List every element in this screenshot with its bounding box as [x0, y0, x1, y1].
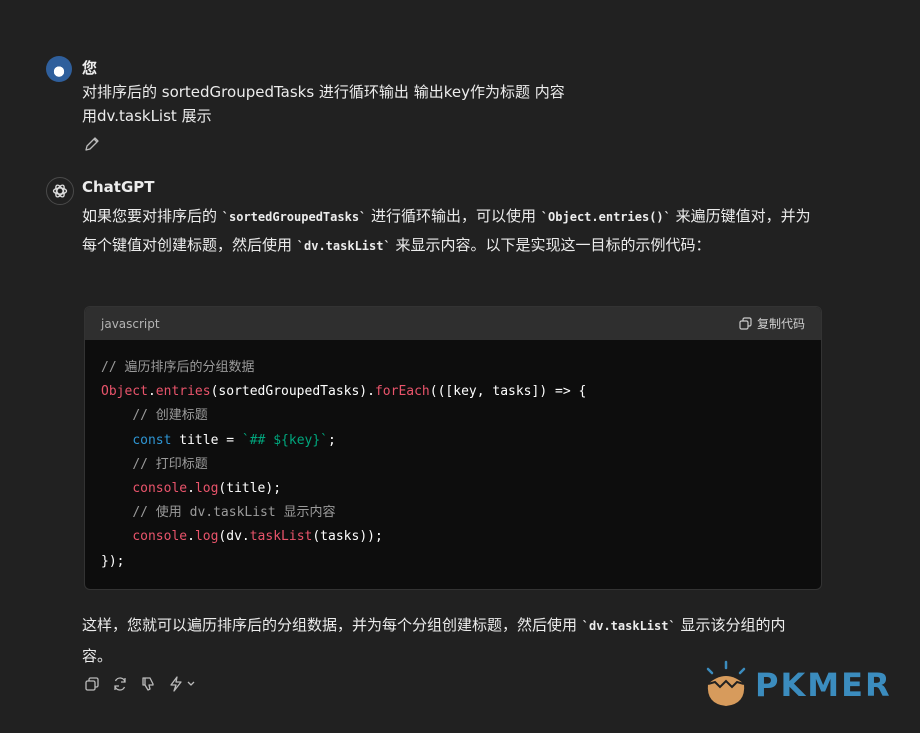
intro-text: 来显示内容。以下是实现这一目标的示例代码： [390, 236, 711, 254]
code-token: Object [101, 384, 148, 400]
code-comment: // 遍历排序后的分组数据 [101, 360, 255, 375]
pkmer-logo-icon [706, 660, 746, 706]
pkmer-wordmark: PKMER [755, 666, 892, 704]
code-comment: // 使用 dv.taskList 显示内容 [132, 505, 336, 521]
intro-text: 如果您要对排序后的 [82, 207, 222, 225]
code-token: (title); [218, 481, 282, 497]
inline-code: `Object.entries()` [540, 210, 671, 224]
regenerate-icon[interactable] [112, 676, 128, 692]
user-message: 对排序后的 sortedGroupedTasks 进行循环输出 输出key作为标… [82, 80, 565, 128]
code-token: (dv. [218, 529, 250, 545]
intro-text: 进行循环输出，可以使用 [366, 207, 541, 225]
code-content[interactable]: // 遍历排序后的分组数据 Object.entries(sortedGroup… [85, 340, 821, 574]
code-token: title = [171, 432, 242, 448]
code-token: (sortedGroupedTasks). [210, 384, 375, 400]
code-token: . [147, 384, 156, 400]
thumbs-down-icon[interactable] [140, 676, 156, 692]
code-token: log [194, 481, 219, 497]
chatgpt-avatar [46, 177, 74, 205]
code-comment: // 创建标题 [132, 408, 208, 424]
inline-code: `sortedGroupedTasks` [221, 210, 367, 224]
copy-icon[interactable] [84, 676, 100, 692]
user-message-line: 对排序后的 sortedGroupedTasks 进行循环输出 输出key作为标… [82, 83, 565, 101]
code-token: (tasks)); [312, 529, 383, 545]
inline-code: `dv.taskList` [296, 239, 391, 253]
user-message-line: 用dv.taskList 展示 [82, 107, 212, 125]
code-token: log [194, 529, 219, 545]
code-comment: // 打印标题 [132, 456, 208, 472]
copy-code-label: 复制代码 [756, 317, 805, 331]
code-block: javascript 复制代码 // 遍历排序后的分组数据 Object.ent… [84, 306, 822, 590]
edit-icon[interactable] [84, 136, 100, 152]
code-token: console [132, 529, 188, 545]
assistant-name: ChatGPT [82, 178, 155, 196]
copy-icon [739, 317, 752, 330]
code-token: (([key, tasks]) => { [429, 384, 587, 400]
code-token: . [187, 529, 195, 545]
chevron-down-icon [187, 681, 195, 686]
inline-code: `dv.taskList` [581, 619, 676, 633]
sparkle-icon [170, 676, 182, 692]
assistant-intro: 如果您要对排序后的 `sortedGroupedTasks` 进行循环输出，可以… [82, 202, 812, 260]
openai-logo-icon [52, 184, 68, 198]
code-token: . [187, 481, 195, 497]
outro-text: 这样，您就可以遍历排序后的分组数据，并为每个分组创建标题，然后使用 [82, 616, 582, 634]
code-token: console [132, 481, 188, 497]
code-token: forEach [374, 384, 430, 400]
code-token: }); [101, 553, 125, 569]
code-token: `## ${key}` [241, 432, 328, 448]
code-token: taskList [249, 529, 313, 545]
code-token: const [132, 432, 172, 448]
message-actions [84, 676, 196, 692]
code-token: ; [328, 432, 336, 448]
user-avatar [46, 56, 72, 82]
user-name: 您 [82, 59, 98, 77]
copy-code-button[interactable]: 复制代码 [739, 315, 805, 332]
model-switch-button[interactable] [168, 676, 196, 692]
code-header: javascript 复制代码 [85, 307, 821, 340]
pkmer-watermark: PKMER [703, 660, 892, 710]
code-language: javascript [101, 316, 160, 331]
code-token: entries [155, 384, 211, 400]
